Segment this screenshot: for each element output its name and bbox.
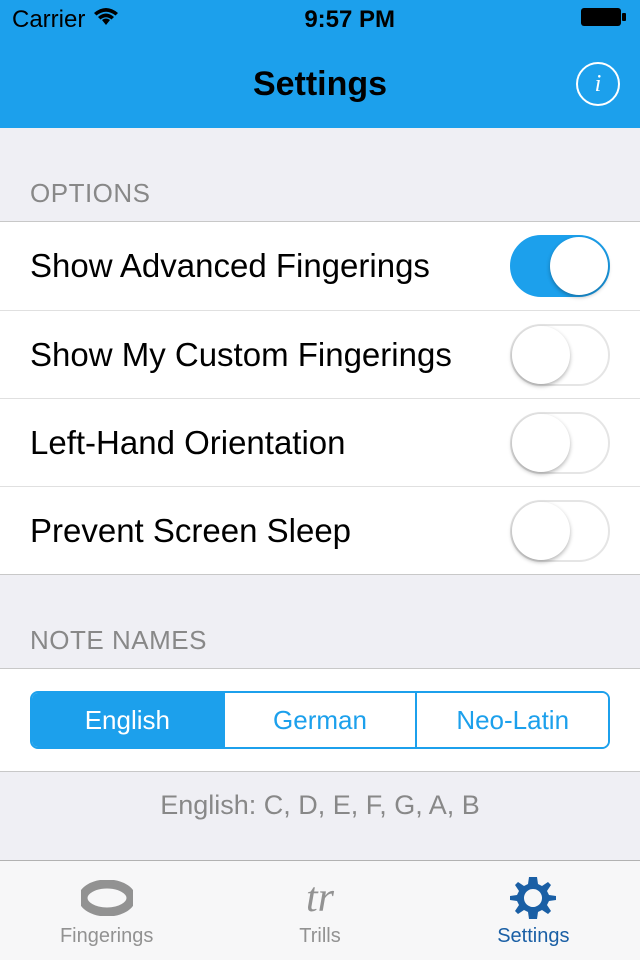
status-bar: Carrier 9:57 PM bbox=[0, 0, 640, 40]
option-label: Left-Hand Orientation bbox=[30, 424, 346, 462]
trills-icon: tr bbox=[306, 873, 334, 923]
note-names-segmented: English German Neo-Latin bbox=[30, 691, 610, 749]
option-label: Prevent Screen Sleep bbox=[30, 512, 351, 550]
toggle-left-hand[interactable] bbox=[510, 412, 610, 474]
option-advanced-fingerings: Show Advanced Fingerings bbox=[0, 222, 640, 310]
tab-label: Trills bbox=[299, 925, 340, 948]
tab-trills[interactable]: tr Trills bbox=[213, 861, 426, 960]
toggle-knob bbox=[512, 326, 570, 384]
toggle-custom-fingerings[interactable] bbox=[510, 324, 610, 386]
toggle-knob bbox=[550, 237, 608, 295]
info-button[interactable]: i bbox=[576, 62, 620, 106]
battery-icon bbox=[580, 6, 628, 35]
note-names-description: English: C, D, E, F, G, A, B bbox=[0, 772, 640, 843]
carrier-label: Carrier bbox=[12, 6, 85, 34]
segmented-wrap: English German Neo-Latin bbox=[0, 668, 640, 772]
options-header: OPTIONS bbox=[0, 128, 640, 221]
options-group: Show Advanced Fingerings Show My Custom … bbox=[0, 221, 640, 575]
segment-german[interactable]: German bbox=[223, 693, 416, 747]
info-icon: i bbox=[595, 71, 602, 98]
option-custom-fingerings: Show My Custom Fingerings bbox=[0, 310, 640, 398]
toggle-advanced-fingerings[interactable] bbox=[510, 235, 610, 297]
page-title: Settings bbox=[253, 65, 387, 104]
segment-english[interactable]: English bbox=[32, 693, 223, 747]
toggle-knob bbox=[512, 502, 570, 560]
tab-fingerings[interactable]: Fingerings bbox=[0, 861, 213, 960]
oval-icon bbox=[81, 873, 133, 923]
status-left: Carrier bbox=[12, 6, 119, 34]
tab-label: Settings bbox=[497, 925, 569, 948]
status-right bbox=[580, 6, 628, 35]
toggle-prevent-sleep[interactable] bbox=[510, 500, 610, 562]
wifi-icon bbox=[93, 6, 119, 34]
tab-bar: Fingerings tr Trills Settings bbox=[0, 860, 640, 960]
option-left-hand: Left-Hand Orientation bbox=[0, 398, 640, 486]
option-prevent-sleep: Prevent Screen Sleep bbox=[0, 486, 640, 574]
tab-label: Fingerings bbox=[60, 925, 153, 948]
note-names-header: NOTE NAMES bbox=[0, 575, 640, 668]
toggle-knob bbox=[512, 414, 570, 472]
gear-icon bbox=[510, 873, 556, 923]
option-label: Show My Custom Fingerings bbox=[30, 336, 452, 374]
option-label: Show Advanced Fingerings bbox=[30, 247, 430, 285]
tab-settings[interactable]: Settings bbox=[427, 861, 640, 960]
segment-neo-latin[interactable]: Neo-Latin bbox=[415, 693, 608, 747]
nav-bar: Settings i bbox=[0, 40, 640, 128]
clock-label: 9:57 PM bbox=[304, 6, 395, 34]
